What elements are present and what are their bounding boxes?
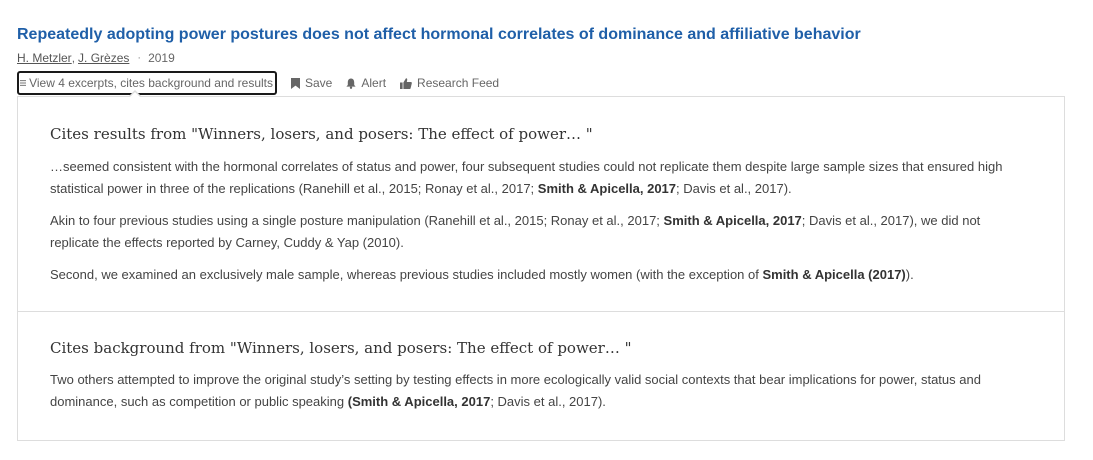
thumbs-up-icon [400,77,412,89]
excerpt-paragraph: …seemed consistent with the hormonal cor… [50,156,1024,200]
excerpt-paragraph: Two others attempted to improve the orig… [50,369,1024,413]
panel-caret-fill [129,92,141,98]
save-label: Save [305,76,333,90]
author-link[interactable]: J. Grèzes [78,51,129,65]
author-separator: , [71,51,76,65]
research-feed-button[interactable]: Research Feed [400,76,499,90]
excerpt-paragraph: Second, we examined an exclusively male … [50,264,1024,286]
bell-icon [346,78,356,89]
cited-reference: Smith & Apicella (2017) [762,267,906,282]
section-heading: Cites results from "Winners, losers, and… [50,125,593,143]
paper-meta: H. Metzler, J. Grèzes · 2019 [17,51,175,65]
excerpt-text: Second, we examined an exclusively male … [50,267,763,282]
cited-reference: (Smith & Apicella, 2017 [347,394,491,409]
cited-reference: Smith & Apicella, 2017 [663,213,802,228]
excerpt-text: ; Davis et al., 2017). [676,181,792,196]
excerpt-text: …seemed consistent with the hormonal cor… [50,159,1003,196]
research-feed-label: Research Feed [417,76,500,90]
paper-actions: View 4 excerpts, cites background and re… [17,70,499,96]
excerpts-panel: Cites results from "Winners, losers, and… [17,96,1065,441]
alert-label: Alert [361,76,387,90]
publication-year: 2019 [148,51,175,65]
section-heading: Cites background from "Winners, losers, … [50,339,632,357]
view-excerpts-button[interactable]: View 4 excerpts, cites background and re… [17,71,277,95]
list-icon [20,80,27,86]
save-button[interactable]: Save [291,76,332,90]
meta-separator-dot: · [137,52,142,64]
cited-reference: Smith & Apicella, 2017 [537,181,677,196]
author-link[interactable]: H. Metzler [17,51,72,65]
excerpt-text: Akin to four previous studies using a si… [50,213,664,228]
excerpt-text: ). [905,267,914,282]
bookmark-icon [291,77,300,89]
alert-button[interactable]: Alert [346,76,386,90]
view-excerpts-label: View 4 excerpts, cites background and re… [29,76,273,90]
excerpt-section-results: Cites results from "Winners, losers, and… [18,97,1064,312]
excerpt-section-background: Cites background from "Winners, losers, … [18,312,1064,440]
excerpt-paragraph: Akin to four previous studies using a si… [50,210,1024,254]
excerpt-text: ; Davis et al., 2017). [490,394,606,409]
paper-title-link[interactable]: Repeatedly adopting power postures does … [17,26,861,44]
